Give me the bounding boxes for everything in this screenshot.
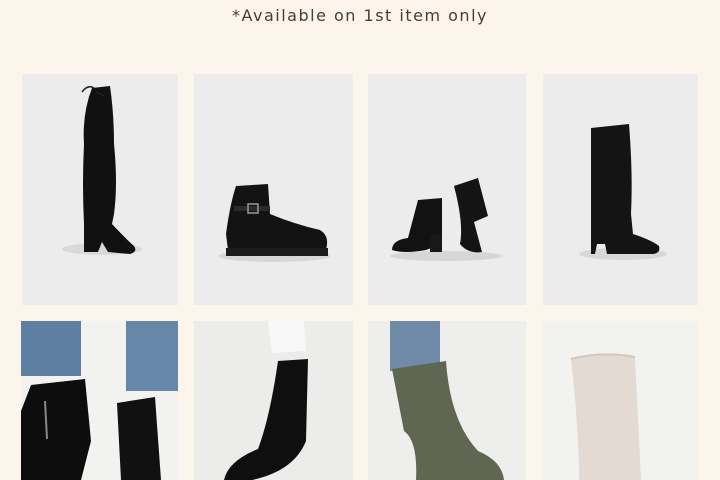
cream-boot-illustration	[543, 321, 699, 480]
product-image-cream-boot[interactable]	[543, 321, 699, 480]
buckle-ankle-boot-illustration	[194, 74, 353, 305]
product-image-knee-high-boot-black[interactable]	[543, 74, 698, 305]
over-knee-boot-illustration	[22, 74, 178, 305]
product-image-block-heel-ankle-boot[interactable]	[368, 74, 526, 305]
promo-notice: *Available on 1st item only	[232, 6, 488, 25]
sock-boot-worn-illustration	[194, 321, 353, 480]
product-image-over-knee-boot[interactable]	[22, 74, 178, 305]
product-image-zip-ankle-boot-worn[interactable]	[21, 321, 178, 480]
product-image-khaki-boot-worn[interactable]	[368, 321, 526, 480]
zip-ankle-boot-worn-illustration	[21, 321, 178, 480]
product-image-sock-boot-worn[interactable]	[194, 321, 353, 480]
knee-high-boot-black-illustration	[543, 74, 698, 305]
block-heel-ankle-boot-illustration	[368, 74, 526, 305]
product-image-buckle-ankle-boot[interactable]	[194, 74, 353, 305]
khaki-boot-worn-illustration	[368, 321, 526, 480]
